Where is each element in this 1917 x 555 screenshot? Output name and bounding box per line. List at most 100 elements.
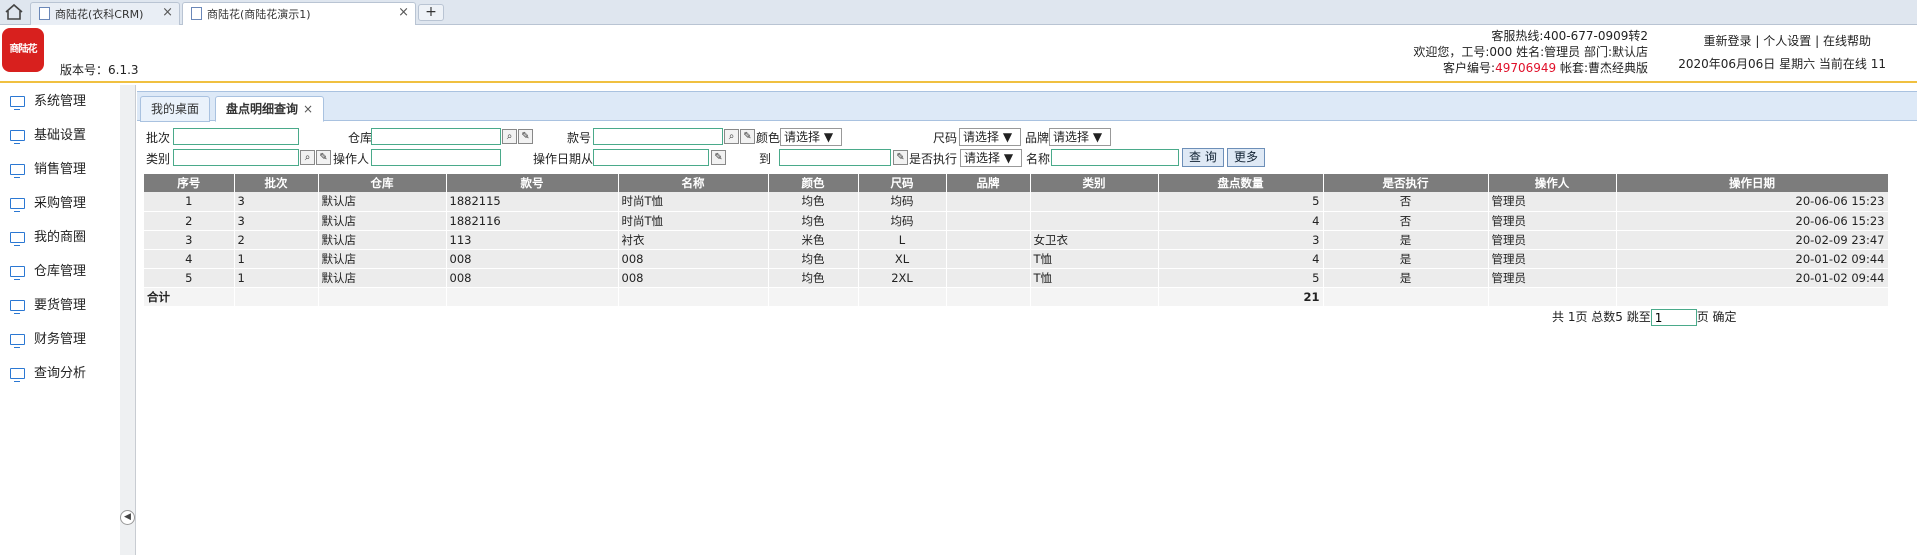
column-header[interactable]: 品牌 (946, 174, 1031, 192)
column-header[interactable]: 序号 (144, 174, 235, 192)
pagination: 共 1页 总数5 跳至页 确定 (1552, 308, 1737, 326)
size-label: 尺码 (933, 131, 958, 145)
monitor-icon (10, 198, 25, 212)
warehouse-input[interactable] (371, 128, 501, 145)
more-button[interactable]: 更多 (1227, 148, 1266, 167)
batch-label: 批次 (146, 131, 171, 145)
style-no-input[interactable] (593, 128, 723, 145)
collapse-sidebar-icon[interactable]: ◀ (120, 510, 135, 525)
category-input[interactable] (173, 149, 299, 166)
table-row[interactable]: 3 2 默认店 113 衬衣 米色 L 女卫衣 3 是管理员 20-02-09 23:47 (144, 230, 1889, 250)
operator-input[interactable] (371, 149, 501, 166)
sidebar-item-warehouse[interactable]: 仓库管理 (0, 255, 120, 289)
date-to-input[interactable] (779, 149, 891, 166)
total-row: 合计 21 (144, 287, 1889, 307)
column-header[interactable]: 名称 (618, 174, 769, 192)
sidebar-item-system[interactable]: 系统管理 (0, 85, 120, 119)
sidebar-item-query-analysis[interactable]: 查询分析 (0, 357, 120, 391)
calendar-icon[interactable]: ✎ (711, 150, 726, 165)
name-input[interactable] (1051, 149, 1179, 166)
document-icon (191, 7, 202, 20)
sidebar-splitter[interactable] (120, 85, 136, 555)
search-icon[interactable]: ⌕ (300, 150, 315, 165)
color-select[interactable]: 请选择 ▼ (780, 128, 842, 146)
size-select[interactable]: 请选择 ▼ (959, 128, 1021, 146)
hotline-text: 客服热线:400-677-0909转2 (1491, 29, 1648, 43)
browser-tab-label: 商陆花(商陆花演示1) (207, 8, 311, 21)
monitor-icon (10, 96, 25, 110)
clear-icon[interactable]: ✎ (740, 129, 755, 144)
customer-number: 49706949 (1495, 61, 1557, 75)
sidebar-item-requisition[interactable]: 要货管理 (0, 289, 120, 323)
monitor-icon (10, 164, 25, 178)
warehouse-label: 仓库 (348, 131, 373, 145)
table-row[interactable]: 2 3 默认店 1882116 时尚T恤 均色 均码 4 否管理员 20-06-06 15:23 (144, 211, 1889, 231)
sidebar-item-finance[interactable]: 财务管理 (0, 323, 120, 357)
brand-select[interactable]: 请选择 ▼ (1049, 128, 1111, 146)
close-icon[interactable]: × (303, 102, 313, 116)
column-header[interactable]: 操作人 (1488, 174, 1617, 192)
clear-icon[interactable]: ✎ (316, 150, 331, 165)
date-from-input[interactable] (593, 149, 709, 166)
executed-select[interactable]: 请选择 ▼ (960, 149, 1022, 167)
sidebar-item-sales[interactable]: 销售管理 (0, 153, 120, 187)
search-icon[interactable]: ⌕ (724, 129, 739, 144)
document-icon (39, 7, 50, 20)
color-label: 颜色 (756, 131, 781, 145)
relogin-link[interactable]: 重新登录 (1704, 34, 1752, 48)
sidebar-item-business-circle[interactable]: 我的商圈 (0, 221, 120, 255)
table-row[interactable]: 5 1 默认店 008 008 均色 2XL T恤 5 是管理员 20-01-02 09:44 (144, 268, 1889, 288)
clear-icon[interactable]: ✎ (518, 129, 533, 144)
customer-info: 客户编号:49706949 帐套:曹杰经典版 (1443, 61, 1648, 75)
column-header[interactable]: 是否执行 (1323, 174, 1489, 192)
date-from-label: 操作日期从 (533, 152, 594, 166)
main-content: 我的桌面 盘点明细查询 × 批次 仓库 ⌕ ✎ 款号 ⌕ ✎ 颜色 请选择 ▼ 尺… (137, 91, 1917, 555)
page-confirm-button[interactable]: 页 确定 (1697, 310, 1737, 324)
name-label: 名称 (1026, 152, 1051, 166)
version-label: 版本号：6.1.3 (60, 63, 139, 77)
welcome-text: 欢迎您，工号:000 姓名:管理员 部门:默认店 (1413, 45, 1648, 59)
monitor-icon (10, 130, 25, 144)
date-to-label: 到 (759, 152, 772, 166)
table-row[interactable]: 1 3 默认店 1882115 时尚T恤 均色 均码 5 否管理员 20-06-06 15:23 (144, 192, 1889, 212)
table-header: 序号 批次 仓库 款号 名称 颜色 尺码 品牌 类别 盘点数量 是否执行 操作人… (144, 174, 1889, 192)
column-header[interactable]: 仓库 (318, 174, 447, 192)
calendar-icon[interactable]: ✎ (893, 150, 908, 165)
tab-stocktake-detail[interactable]: 盘点明细查询 × (215, 96, 325, 122)
app-logo: 商陆花 (2, 28, 44, 72)
table-row[interactable]: 4 1 默认店 008 008 均色 XL T恤 4 是管理员 20-01-02 09:44 (144, 249, 1889, 269)
monitor-icon (10, 300, 25, 314)
search-icon[interactable]: ⌕ (502, 129, 517, 144)
style-no-label: 款号 (567, 131, 592, 145)
category-label: 类别 (146, 152, 171, 166)
online-help-link[interactable]: 在线帮助 (1823, 34, 1871, 48)
column-header[interactable]: 操作日期 (1616, 174, 1889, 192)
new-tab-button[interactable]: + (418, 4, 444, 21)
operator-label: 操作人 (333, 152, 370, 166)
close-icon[interactable]: × (162, 5, 173, 20)
home-icon[interactable] (3, 3, 25, 21)
page-jump-input[interactable] (1650, 309, 1697, 326)
browser-tab-demo[interactable]: 商陆花(商陆花演示1) × (182, 2, 416, 26)
column-header[interactable]: 尺码 (858, 174, 947, 192)
stocktake-table: 序号 批次 仓库 款号 名称 颜色 尺码 品牌 类别 盘点数量 是否执行 操作人… (144, 174, 1889, 307)
sidebar-menu: 系统管理 基础设置 销售管理 采购管理 我的商圈 仓库管理 要货管理 财务管理 … (0, 85, 120, 555)
column-header[interactable]: 盘点数量 (1158, 174, 1324, 192)
browser-tab-label: 商陆花(衣科CRM) (55, 8, 144, 21)
app-header: 商陆花 版本号：6.1.3 客服热线:400-677-0909转2 欢迎您，工号… (0, 25, 1917, 83)
column-header[interactable]: 颜色 (768, 174, 859, 192)
close-icon[interactable]: × (398, 5, 409, 20)
column-header[interactable]: 类别 (1030, 174, 1159, 192)
batch-input[interactable] (173, 128, 299, 145)
personal-settings-link[interactable]: 个人设置 (1763, 34, 1811, 48)
column-header[interactable]: 批次 (234, 174, 319, 192)
query-button[interactable]: 查 询 (1182, 148, 1224, 167)
browser-tab-crm[interactable]: 商陆花(衣科CRM) × (30, 2, 180, 25)
tab-my-desktop[interactable]: 我的桌面 (140, 96, 211, 122)
user-info: 客服热线:400-677-0909转2 欢迎您，工号:000 姓名:管理员 部门… (1413, 28, 1648, 76)
current-datetime: 2020年06月06日 星期六 当前在线 11 (1678, 57, 1886, 71)
browser-tab-bar: 商陆花(衣科CRM) × 商陆花(商陆花演示1) × + (0, 0, 1917, 26)
sidebar-item-basic-settings[interactable]: 基础设置 (0, 119, 120, 153)
sidebar-item-purchase[interactable]: 采购管理 (0, 187, 120, 221)
column-header[interactable]: 款号 (446, 174, 619, 192)
